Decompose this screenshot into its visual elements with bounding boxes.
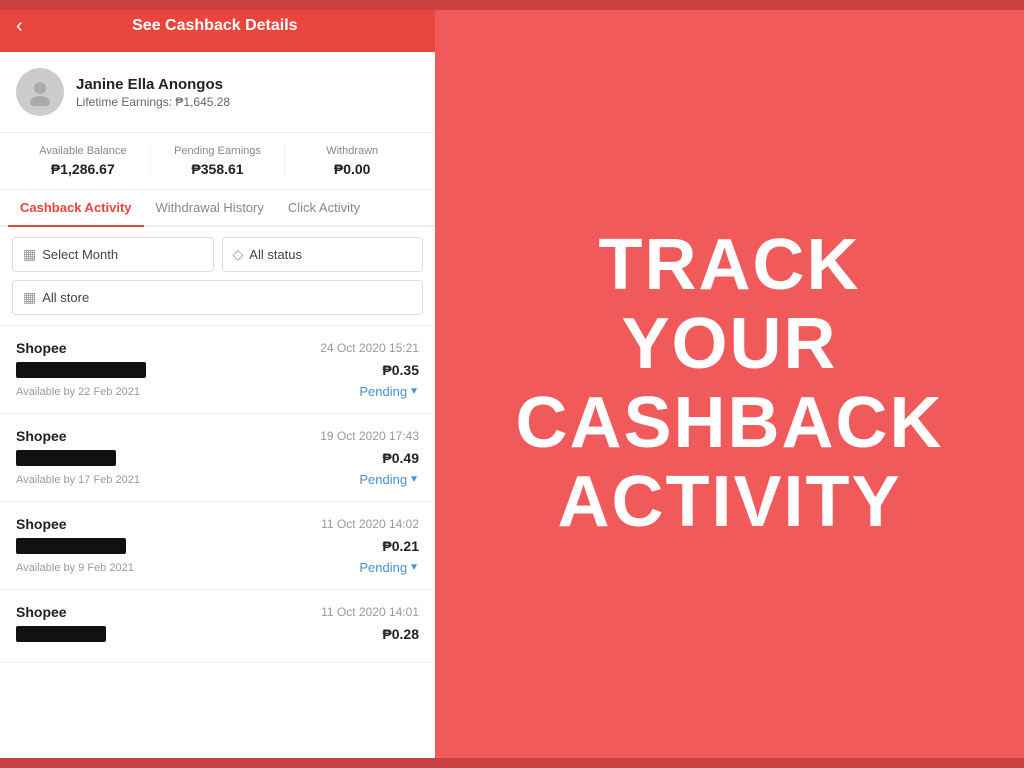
balance-row: Available Balance ₱1,286.67 Pending Earn… [0,133,435,190]
filter-row-2: ▦ All store [12,280,423,315]
filters-section: ▦ Select Month ◇ All status ▦ All store [0,227,435,326]
activity-list: Shopee 24 Oct 2020 15:21 ₱0.35 Available… [0,326,435,768]
promo-line2: YOUR [516,305,944,384]
redacted-item [16,362,146,378]
tab-withdrawal-history[interactable]: Withdrawal History [144,190,276,227]
phone-panel: ‹ See Cashback Details Janine Ella Anong… [0,0,435,768]
filter-store-button[interactable]: ▦ All store [12,280,423,315]
status-badge[interactable]: Pending ▼ [359,560,419,575]
diamond-icon: ◇ [233,246,244,263]
balance-withdrawn-label: Withdrawn [285,145,419,157]
activity-item: Shopee 19 Oct 2020 17:43 ₱0.49 Available… [0,414,435,502]
activity-item-header: Shopee 24 Oct 2020 15:21 [16,340,419,356]
filter-row-1: ▦ Select Month ◇ All status [12,237,423,272]
tabs-bar: Cashback Activity Withdrawal History Cli… [0,190,435,227]
lifetime-earnings: Lifetime Earnings: ₱1,645.28 [76,95,230,109]
status-badge[interactable]: Pending ▼ [359,472,419,487]
activity-item-body: ₱0.28 [16,626,419,642]
back-button[interactable]: ‹ [16,15,23,38]
accent-bar-bottom [0,758,1024,768]
promo-line4: ACTIVITY [516,463,944,542]
chevron-down-icon: ▼ [409,562,419,573]
balance-available-value: ₱1,286.67 [16,161,150,177]
store-icon: ▦ [23,289,36,306]
activity-date: 24 Oct 2020 15:21 [320,341,419,355]
activity-item: Shopee 11 Oct 2020 14:02 ₱0.21 Available… [0,502,435,590]
available-by-date: Available by 22 Feb 2021 [16,386,140,398]
balance-pending-label: Pending Earnings [151,145,285,157]
status-badge[interactable]: Pending ▼ [359,384,419,399]
header-title: See Cashback Details [35,17,395,35]
balance-pending-value: ₱358.61 [151,161,285,177]
tab-click-activity[interactable]: Click Activity [276,190,372,227]
profile-info: Janine Ella Anongos Lifetime Earnings: ₱… [76,76,230,109]
activity-item-footer: Available by 22 Feb 2021 Pending ▼ [16,384,419,399]
user-name: Janine Ella Anongos [76,76,230,93]
filter-store-label: All store [42,290,89,305]
tab-cashback-activity[interactable]: Cashback Activity [8,190,144,227]
promo-line1: TRACK [516,226,944,305]
cashback-amount: ₱0.21 [382,538,419,554]
filter-month-button[interactable]: ▦ Select Month [12,237,214,272]
chevron-down-icon: ▼ [409,474,419,485]
activity-date: 19 Oct 2020 17:43 [320,429,419,443]
balance-withdrawn-value: ₱0.00 [285,161,419,177]
accent-bar-top [0,0,1024,10]
balance-available: Available Balance ₱1,286.67 [16,145,150,177]
redacted-item [16,450,116,466]
activity-date: 11 Oct 2020 14:02 [321,517,419,531]
filter-status-button[interactable]: ◇ All status [222,237,424,272]
profile-section: Janine Ella Anongos Lifetime Earnings: ₱… [0,52,435,133]
balance-pending: Pending Earnings ₱358.61 [150,145,285,177]
available-by-date: Available by 17 Feb 2021 [16,474,140,486]
promo-line3: CASHBACK [516,384,944,463]
filter-month-label: Select Month [42,247,118,262]
balance-available-label: Available Balance [16,145,150,157]
activity-item: Shopee 24 Oct 2020 15:21 ₱0.35 Available… [0,326,435,414]
activity-date: 11 Oct 2020 14:01 [321,605,419,619]
cashback-amount: ₱0.49 [382,450,419,466]
activity-item-body: ₱0.35 [16,362,419,378]
activity-item: Shopee 11 Oct 2020 14:01 ₱0.28 [0,590,435,663]
calendar-icon: ▦ [23,246,36,263]
store-name: Shopee [16,604,67,620]
store-name: Shopee [16,428,67,444]
balance-withdrawn: Withdrawn ₱0.00 [284,145,419,177]
filter-status-label: All status [249,247,302,262]
avatar [16,68,64,116]
promo-text: TRACK YOUR CASHBACK ACTIVITY [516,226,944,543]
activity-item-body: ₱0.49 [16,450,419,466]
activity-item-body: ₱0.21 [16,538,419,554]
redacted-item [16,626,106,642]
activity-item-footer: Available by 9 Feb 2021 Pending ▼ [16,560,419,575]
activity-item-header: Shopee 19 Oct 2020 17:43 [16,428,419,444]
redacted-item [16,538,126,554]
available-by-date: Available by 9 Feb 2021 [16,562,134,574]
activity-item-header: Shopee 11 Oct 2020 14:02 [16,516,419,532]
promo-panel: TRACK YOUR CASHBACK ACTIVITY [435,0,1024,768]
activity-item-footer: Available by 17 Feb 2021 Pending ▼ [16,472,419,487]
store-name: Shopee [16,516,67,532]
chevron-down-icon: ▼ [409,386,419,397]
activity-item-header: Shopee 11 Oct 2020 14:01 [16,604,419,620]
cashback-amount: ₱0.35 [382,362,419,378]
store-name: Shopee [16,340,67,356]
cashback-amount: ₱0.28 [382,626,419,642]
